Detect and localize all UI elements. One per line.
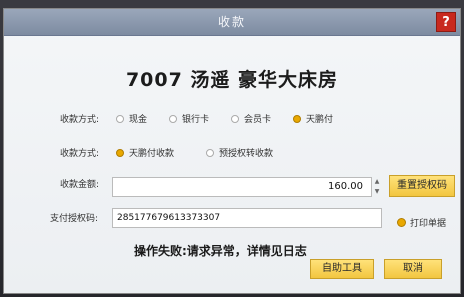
amount-input[interactable]: 160.00 [112, 177, 372, 197]
radio-label: 天鹏付 [306, 115, 334, 125]
radio-label: 预授权转收款 [219, 149, 274, 159]
radio-label: 天鹏付收款 [129, 149, 175, 159]
radio-indicator-selected [293, 114, 302, 123]
print-receipt-label: 打印单据 [410, 219, 447, 229]
radio-label: 现金 [129, 115, 148, 125]
dialog-titlebar[interactable]: 收款 ? [4, 9, 460, 36]
radio-cash[interactable]: 现金 [116, 112, 147, 125]
radio-tianpengfu[interactable]: 天鹏付 [293, 112, 333, 125]
dialog-title: 收款 [217, 15, 246, 29]
payment-method-label: 收款方式: [60, 115, 100, 125]
radio-indicator-selected [116, 148, 124, 157]
radio-indicator [116, 114, 124, 123]
spin-down-icon[interactable]: ▼ [372, 187, 382, 197]
collection-mode-group: 天鹏付收款 预授权转收款 [116, 146, 295, 159]
auth-code-input[interactable]: 285177679613373307 [112, 208, 382, 228]
print-receipt-option[interactable]: 打印单据 [397, 216, 446, 229]
radio-label: 会员卡 [244, 115, 272, 125]
radio-indicator [231, 114, 240, 123]
radio-bank-card[interactable]: 银行卡 [169, 112, 209, 125]
room-heading: 7007 汤遥 豪华大床房 [125, 69, 339, 91]
self-service-tool-button[interactable]: 自助工具 [310, 259, 374, 279]
reset-auth-code-button[interactable]: 重置授权码 [389, 175, 455, 197]
amount-label: 收款金额: [60, 180, 100, 190]
help-button[interactable]: ? [436, 12, 456, 32]
radio-indicator [206, 148, 215, 157]
print-receipt-checkbox[interactable] [397, 218, 406, 227]
spin-up-icon[interactable]: ▲ [372, 177, 382, 187]
payment-method-group: 现金 银行卡 会员卡 天鹏付 [116, 112, 355, 125]
auth-code-label: 支付授权码: [50, 214, 99, 224]
status-message: 操作失败:请求异常，详情见日志 [134, 244, 307, 258]
collection-mode-label: 收款方式: [60, 149, 100, 159]
radio-tianpengfu-collect[interactable]: 天鹏付收款 [116, 146, 174, 159]
radio-member-card[interactable]: 会员卡 [231, 112, 271, 125]
cancel-button[interactable]: 取消 [384, 259, 442, 279]
amount-spinner[interactable]: ▲ ▼ [372, 177, 382, 197]
radio-indicator [169, 114, 178, 123]
payment-dialog: 收款 ? 7007 汤遥 豪华大床房 收款方式: 现金 银行卡 会员卡 天鹏付 … [3, 8, 461, 294]
radio-preauth-transfer[interactable]: 预授权转收款 [206, 146, 273, 159]
radio-label: 银行卡 [182, 115, 210, 125]
